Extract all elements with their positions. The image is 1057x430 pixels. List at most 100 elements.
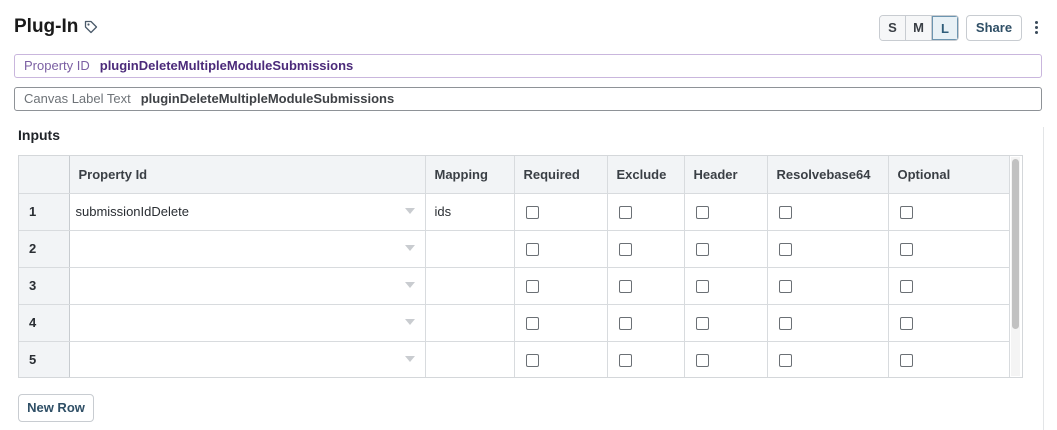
header-cell [684,230,768,268]
required-checkbox[interactable] [525,317,539,331]
optional-cell [888,267,1010,305]
mapping-cell[interactable] [425,267,515,305]
table-row: 1 submissionIdDelete ids [19,193,1010,231]
required-checkbox[interactable] [525,354,539,368]
property-id-select[interactable] [69,230,426,268]
column-header-resolvebase64[interactable]: Resolvebase64 [767,156,889,194]
resolvebase64-cell [767,304,889,342]
header-cell [684,193,768,231]
chevron-down-icon [404,281,415,288]
table-scrollbar[interactable] [1011,157,1020,376]
header-checkbox[interactable] [695,206,709,220]
optional-checkbox[interactable] [899,354,913,368]
row-number: 2 [19,230,70,268]
inputs-table: Property Id Mapping Required Exclude Hea… [18,155,1023,378]
row-number-header [19,156,70,194]
resolvebase64-cell [767,341,889,377]
required-cell [514,193,608,231]
column-header-required[interactable]: Required [514,156,608,194]
size-toggle-group: S M L [879,15,959,41]
property-id-select[interactable] [69,267,426,305]
column-header-optional[interactable]: Optional [888,156,1010,194]
mapping-cell[interactable] [425,304,515,342]
canvas-label-label: Canvas Label Text [24,91,131,106]
resolvebase64-checkbox[interactable] [778,206,792,220]
header-cell [684,304,768,342]
column-header-exclude[interactable]: Exclude [607,156,685,194]
table-row: 3 [19,267,1010,305]
header-checkbox[interactable] [695,243,709,257]
tag-icon[interactable] [84,20,98,34]
header-checkbox[interactable] [695,354,709,368]
optional-cell [888,230,1010,268]
row-number: 1 [19,193,70,231]
inputs-section-label: Inputs [18,127,60,143]
table-row: 2 [19,230,1010,268]
row-number: 3 [19,267,70,305]
required-cell [514,267,608,305]
exclude-cell [607,193,685,231]
optional-checkbox[interactable] [899,280,913,294]
optional-checkbox[interactable] [899,206,913,220]
row-number: 4 [19,304,70,342]
optional-cell [888,304,1010,342]
exclude-cell [607,230,685,268]
required-checkbox[interactable] [525,280,539,294]
property-id-select[interactable]: submissionIdDelete [69,193,426,231]
resolvebase64-checkbox[interactable] [778,280,792,294]
chevron-down-icon [404,244,415,251]
property-id-value: pluginDeleteMultipleModuleSubmissions [99,58,354,73]
optional-cell [888,193,1010,231]
property-id-label: Property ID [24,58,90,73]
size-button-m[interactable]: M [906,16,932,40]
resolvebase64-cell [767,193,889,231]
resolvebase64-checkbox[interactable] [778,243,792,257]
resolvebase64-cell [767,230,889,268]
resolvebase64-checkbox[interactable] [778,317,792,331]
page-title: Plug-In [14,16,79,37]
exclude-cell [607,341,685,377]
new-row-button[interactable]: New Row [18,394,94,422]
share-button[interactable]: Share [966,15,1022,41]
required-checkbox[interactable] [525,206,539,220]
table-row: 4 [19,304,1010,342]
header-cell [684,341,768,377]
mapping-cell[interactable] [425,341,515,377]
required-cell [514,341,608,377]
resolvebase64-checkbox[interactable] [778,354,792,368]
header: Plug-In S M L Share [0,0,1057,54]
optional-checkbox[interactable] [899,317,913,331]
resolvebase64-cell [767,267,889,305]
exclude-cell [607,267,685,305]
table-scrollbar-thumb[interactable] [1012,159,1019,329]
mapping-cell[interactable] [425,230,515,268]
exclude-cell [607,304,685,342]
exclude-checkbox[interactable] [618,280,632,294]
property-id-field[interactable]: Property ID pluginDeleteMultipleModuleSub… [14,54,1042,78]
header-checkbox[interactable] [695,317,709,331]
size-button-s[interactable]: S [880,16,906,40]
chevron-down-icon [404,318,415,325]
kebab-icon[interactable] [1030,19,1042,37]
column-header-property-id[interactable]: Property Id [69,156,426,194]
required-cell [514,230,608,268]
canvas-label-field[interactable]: Canvas Label Text pluginDeleteMultipleMod… [14,87,1042,111]
property-id-select-value: submissionIdDelete [75,204,189,219]
table-header-row: Property Id Mapping Required Exclude Hea… [19,156,1010,194]
property-id-select[interactable] [69,304,426,342]
chevron-down-icon [404,355,415,362]
exclude-checkbox[interactable] [618,243,632,257]
exclude-checkbox[interactable] [618,354,632,368]
exclude-checkbox[interactable] [618,317,632,331]
header-checkbox[interactable] [695,280,709,294]
size-button-l[interactable]: L [932,16,958,40]
mapping-cell[interactable]: ids [425,193,515,231]
optional-checkbox[interactable] [899,243,913,257]
required-checkbox[interactable] [525,243,539,257]
exclude-checkbox[interactable] [618,206,632,220]
property-id-select[interactable] [69,341,426,377]
column-header-header[interactable]: Header [684,156,768,194]
required-cell [514,304,608,342]
canvas-label-value: pluginDeleteMultipleModuleSubmissions [140,91,395,106]
column-header-mapping[interactable]: Mapping [425,156,515,194]
